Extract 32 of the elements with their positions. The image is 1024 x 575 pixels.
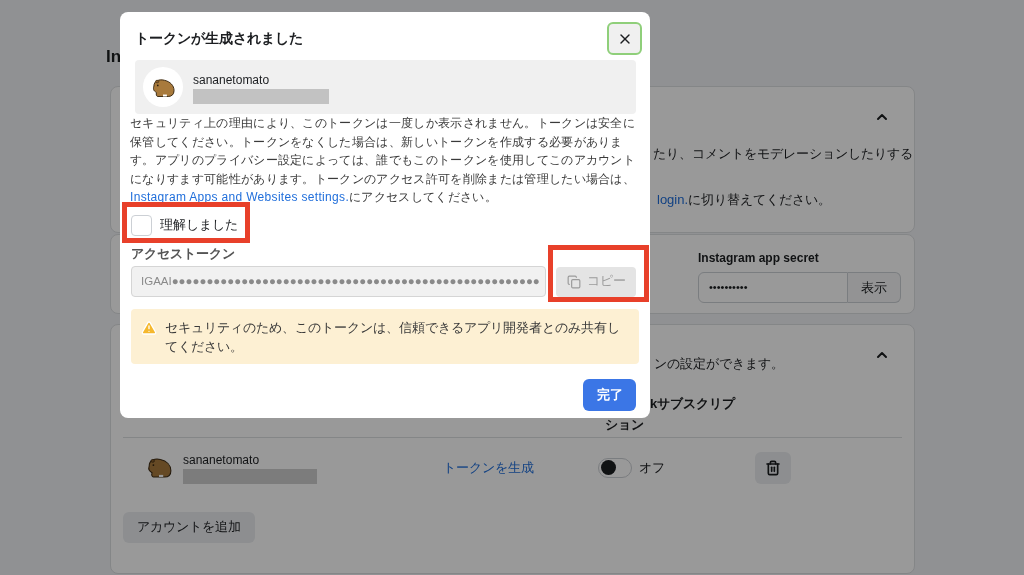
page-heading: In xyxy=(106,46,122,68)
close-button[interactable] xyxy=(607,22,642,55)
token-field[interactable]: IGAAI●●●●●●●●●●●●●●●●●●●●●●●●●●●●●●●●●●●●●●●●●●●●●●●●●●●●● xyxy=(131,266,546,297)
generate-token-link[interactable]: トークンを生成 xyxy=(443,457,598,478)
secret-field[interactable]: •••••••••• xyxy=(698,272,848,303)
dialog-title: トークンが生成されました xyxy=(135,29,303,48)
account-name: sananetomato xyxy=(183,452,261,469)
switch-login-text: login.に切り替えてください。 xyxy=(657,190,832,209)
column-heading: kサブスクリプ xyxy=(650,394,736,413)
toggle-label: オフ xyxy=(639,458,666,477)
security-notice: セキュリティ上の理由により、このトークンは一度しか表示されません。トークンは安全に保管してください。トークンをなくした場合は、新しいトークンを作成する必要があります。アプリのプライバシー設定によっては、誰でもこのトークンを使用してこのアカウントになりすます可能性があります。トークンのアクセス許可を削除または管理したい場合は、 Instagram Apps and Websites settings.にアクセスしてください。 xyxy=(130,115,637,206)
column-heading: ション xyxy=(605,416,644,434)
confirm-checkbox[interactable] xyxy=(131,214,152,236)
account-name: sananetomato xyxy=(193,71,271,89)
accounts-description: ンの設定ができます。 xyxy=(654,355,784,373)
settings-link[interactable]: Instagram Apps and Websites settings. xyxy=(130,190,350,204)
subscription-toggle[interactable] xyxy=(598,457,632,478)
delete-button[interactable] xyxy=(755,451,791,484)
confirm-label: 理解しました xyxy=(160,216,238,234)
add-account-button[interactable]: アカウントを追加 xyxy=(123,511,255,543)
login-link[interactable]: login. xyxy=(657,191,689,207)
permissions-text: たり、コメントをモデレーションしたりする xyxy=(653,145,913,163)
done-button[interactable]: 完了 xyxy=(583,379,636,411)
show-button[interactable]: 表示 xyxy=(848,272,901,303)
warning-text: セキュリティのため、このトークンは、信頼できるアプリ開発者とのみ共有してください。 xyxy=(165,320,621,356)
token-label: アクセストークン xyxy=(131,244,235,263)
secret-label: Instagram app secret xyxy=(698,250,820,267)
capybara-icon xyxy=(150,76,176,98)
warning-icon xyxy=(141,320,157,336)
trash-icon xyxy=(765,459,781,476)
capybara-icon xyxy=(145,456,173,479)
copy-icon xyxy=(566,274,581,289)
